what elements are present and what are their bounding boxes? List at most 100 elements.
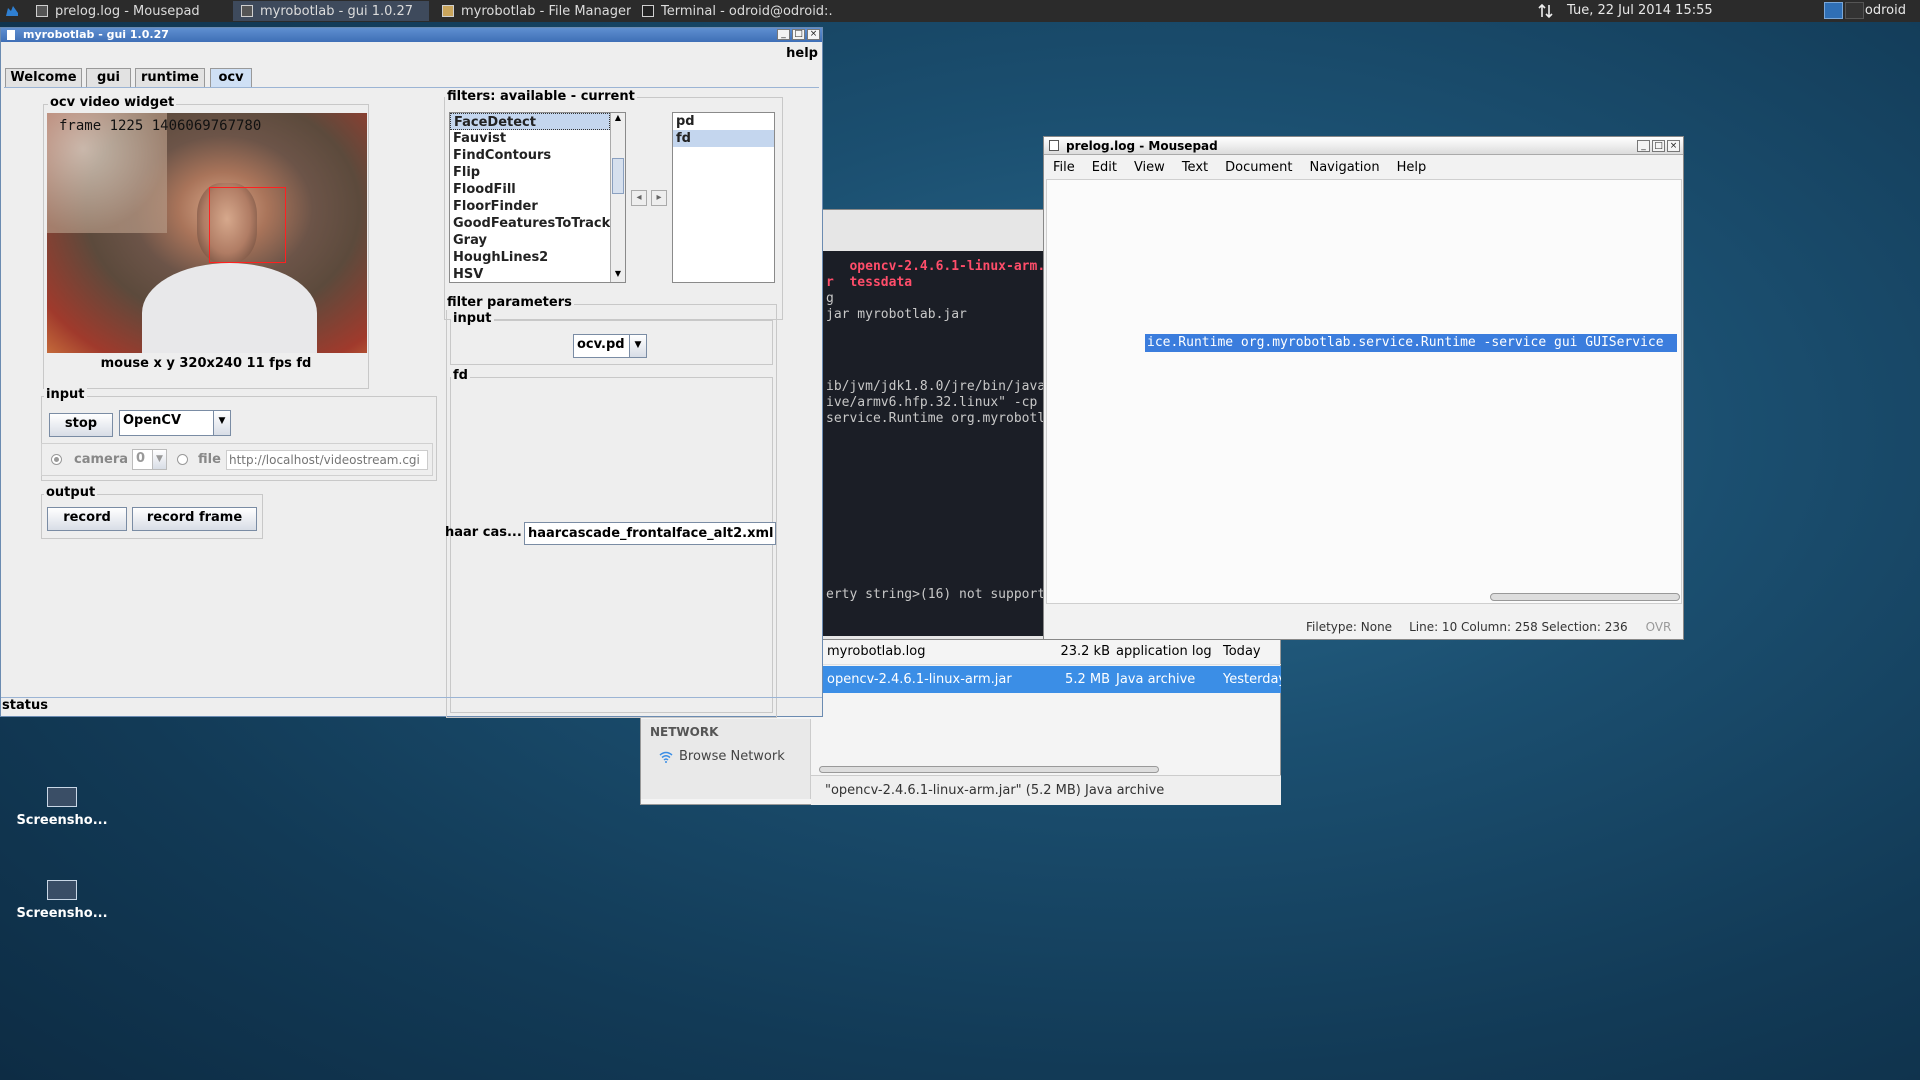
clock[interactable]: Tue, 22 Jul 2014 15:55 [1567,0,1713,22]
maximize-icon[interactable]: □ [792,29,805,40]
haar-cascade-input[interactable]: haarcascade_frontalface_alt2.xml [524,522,776,545]
filetype-status[interactable]: Filetype: None [1306,620,1392,634]
mousepad-menubar: File Edit View Text Document Navigation … [1044,156,1683,178]
desktop-icon-screenshot-1[interactable]: Screensho... [12,787,112,828]
available-filter-item[interactable]: FindContours [450,147,610,164]
tab-welcome[interactable]: Welcome [5,68,82,87]
filter-input-label: input [451,311,494,326]
file-manager-sidebar: NETWORK Browse Network [641,719,811,799]
available-filter-item[interactable]: HSV [450,266,610,282]
vertical-scrollbar[interactable]: ▲ ▼ [610,113,625,282]
sidebar-heading-network: NETWORK [650,725,719,739]
file-row[interactable]: myrobotlab.log 23.2 kB application log T… [821,638,1281,665]
tab-runtime[interactable]: runtime [135,68,205,87]
menu-edit[interactable]: Edit [1092,160,1117,175]
help-menu[interactable]: help [786,46,818,61]
available-filter-item[interactable]: FloodFill [450,181,610,198]
record-frame-button[interactable]: record frame [132,507,257,531]
taskbar-item-mousepad[interactable]: prelog.log - Mousepad [28,1,228,21]
text-editor-icon [1049,140,1059,151]
mousepad-window: prelog.log - Mousepad _ □ × File Edit Vi… [1043,136,1684,640]
menu-text[interactable]: Text [1182,160,1208,175]
menu-view[interactable]: View [1134,160,1165,175]
file-size: 5.2 MB [1065,672,1110,687]
camera-index-select[interactable]: 0 ▼ [132,449,167,470]
stop-button[interactable]: stop [49,413,113,437]
available-filters-list[interactable]: FaceDetect Fauvist FindContours Flip FloodFi… [449,112,626,283]
source-select[interactable]: OpenCV ▼ [119,410,231,436]
tab-gui[interactable]: gui [86,68,131,87]
network-activity-icon[interactable] [1538,3,1554,23]
user-menu[interactable]: odroid [1865,0,1906,22]
fd-group [450,377,773,713]
available-filter-item[interactable]: GoodFeaturesToTrack [450,215,610,232]
terminal-line: opencv-2.4.6.1-linux-arm.jar [826,259,1069,274]
mousepad-text-area[interactable]: ice.Runtime org.myrobotlab.service.Runti… [1046,179,1682,604]
close-icon[interactable]: × [807,29,820,40]
available-filter-item[interactable]: Gray [450,232,610,249]
available-filter-item[interactable]: Flip [450,164,610,181]
taskbar-item-terminal[interactable]: Terminal - odroid@odroid:... [634,1,834,21]
mousepad-titlebar[interactable]: prelog.log - Mousepad [1044,137,1683,155]
tab-ocv[interactable]: ocv [210,68,252,87]
myrobotlab-titlebar[interactable]: myrobotlab - gui 1.0.27 [1,28,822,42]
available-filter-item[interactable]: HoughLines2 [450,249,610,266]
scroll-up-icon[interactable]: ▲ [611,113,625,126]
current-filters-list[interactable]: pd fd [672,112,775,283]
current-filter-item[interactable]: pd [673,113,774,130]
sidebar-item-browse-network[interactable]: Browse Network [659,749,785,764]
chevron-down-icon: ▼ [152,450,166,469]
available-filter-item[interactable]: Fauvist [450,130,610,147]
taskbar-item-myrobotlab[interactable]: myrobotlab - gui 1.0.27 [233,1,429,21]
close-icon[interactable]: × [1667,140,1680,152]
mousepad-statusbar: Filetype: None Line: 10 Column: 258 Sele… [1044,614,1683,639]
camera-radio[interactable] [51,454,62,465]
filters-label: filters: available - current [445,89,637,104]
file-name: opencv-2.4.6.1-linux-arm.jar [827,672,1012,687]
minimize-icon[interactable]: _ [777,29,790,40]
maximize-icon[interactable]: □ [1652,140,1665,152]
file-label: file [198,452,221,467]
file-url-input[interactable] [226,450,428,470]
top-panel: prelog.log - Mousepad myrobotlab - gui 1… [0,0,1920,22]
mouse-info: mouse x y 320x240 11 fps fd [100,356,312,371]
chevron-down-icon: ▼ [213,411,230,435]
desktop-icon-screenshot-2[interactable]: Screensho... [12,880,112,921]
add-filter-button[interactable]: ▸ [651,190,667,206]
myrobotlab-window-controls: _ □ × [777,29,820,40]
menu-file[interactable]: File [1053,160,1075,175]
minimize-icon[interactable]: _ [1637,140,1650,152]
wifi-icon [659,751,673,763]
terminal-line: g [826,291,834,306]
overwrite-mode-status[interactable]: OVR [1646,620,1672,634]
taskbar-item-file-manager[interactable]: myrobotlab - File Manager [434,1,631,21]
video-frame[interactable]: frame 1225 1406069767780 [47,113,367,353]
current-filter-item[interactable]: fd [673,130,774,147]
remove-filter-button[interactable]: ◂ [631,190,647,206]
workspace-switcher[interactable] [1824,2,1864,19]
ocv-video-widget-label: ocv video widget [48,95,177,110]
java-app-icon [7,30,15,40]
myrobotlab-window: myrobotlab - gui 1.0.27 _ □ × help Welco… [0,27,823,718]
horizontal-scrollbar[interactable] [1490,593,1680,601]
filter-parameters-label: filter parameters [445,295,574,310]
scroll-down-icon[interactable]: ▼ [611,269,625,282]
java-app-icon [241,5,253,17]
status-divider [1,697,822,698]
file-type: Java archive [1116,672,1196,687]
available-filter-item[interactable]: FaceDetect [450,113,610,130]
fd-label: fd [451,368,470,383]
menu-document[interactable]: Document [1225,160,1292,175]
video-shirt [142,263,317,353]
horizontal-scrollbar[interactable] [819,766,1159,773]
scroll-thumb[interactable] [612,158,624,194]
file-row-selected[interactable]: opencv-2.4.6.1-linux-arm.jar 5.2 MB Java… [821,666,1281,693]
available-filter-item[interactable]: FloorFinder [450,198,610,215]
menu-navigation[interactable]: Navigation [1309,160,1379,175]
menu-help[interactable]: Help [1397,160,1427,175]
terminal-icon [642,5,654,17]
applications-menu-icon[interactable] [2,2,22,20]
filter-input-select[interactable]: ocv.pd ▼ [573,334,647,358]
record-button[interactable]: record [47,507,127,531]
file-radio[interactable] [177,454,188,465]
